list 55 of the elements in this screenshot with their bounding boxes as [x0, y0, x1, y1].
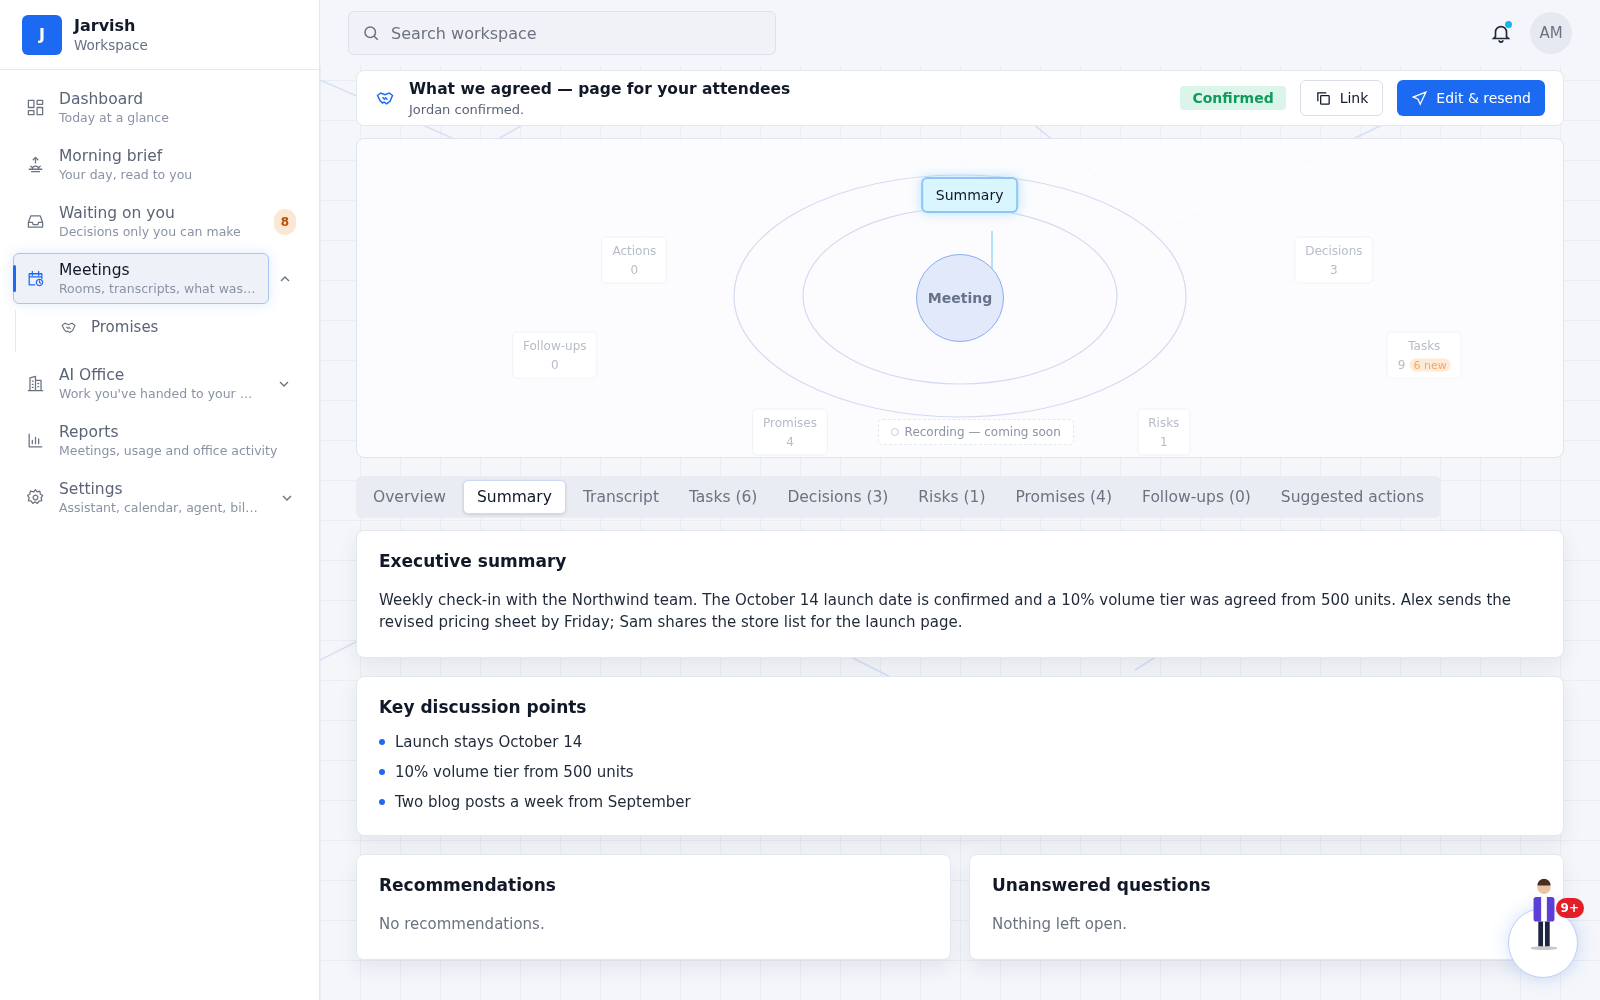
tab[interactable]: Suggested actions [1267, 480, 1437, 514]
meetings-icon [26, 269, 45, 288]
bullet-icon [379, 739, 385, 745]
count-badge: 8 [274, 208, 296, 235]
recording-chip: Recording — coming soon [877, 418, 1074, 445]
nav-item[interactable]: Waiting on you Decisions only you can make [13, 196, 259, 247]
tab[interactable]: Decisions (3) [774, 480, 902, 514]
tab[interactable]: Tasks (6) [675, 480, 771, 514]
summary-node[interactable]: Summary [920, 177, 1019, 214]
nav-item[interactable]: AI Office Work you've handed to your … [13, 358, 266, 409]
dashboard-icon [26, 98, 45, 117]
section-title: Recommendations [379, 875, 557, 895]
copy-icon [1314, 89, 1332, 107]
discussion-point: Launch stays October 14 [395, 733, 583, 751]
empty-text: No recommendations. [379, 914, 546, 935]
nav-item[interactable]: Meetings Rooms, transcripts, what was… [13, 253, 269, 304]
nav-item[interactable]: Morning brief Your day, read to you [13, 139, 259, 190]
search-icon [362, 24, 380, 42]
section-title: Executive summary [379, 551, 568, 571]
status-badge: Confirmed [1180, 86, 1286, 110]
link-button[interactable]: Link [1299, 80, 1384, 116]
nav-item[interactable]: Reports Meetings, usage and office activity [13, 415, 291, 466]
summary-text: Weekly check-in with the Northwind team. The October 14 launch date is confirmed and a 10% volume tier was agreed from 500 units. Alex sends the revised pricing sheet by Friday; Sam shares the store list for the launch page. [379, 590, 1512, 633]
office-icon [26, 374, 45, 393]
search-field[interactable]: Search workspace [348, 11, 776, 55]
tab[interactable]: Follow-ups (0) [1129, 480, 1264, 514]
settings-icon [26, 488, 45, 507]
nav-item[interactable]: Dashboard Today at a glance [13, 82, 259, 133]
discussion-point: 10% volume tier from 500 units [395, 763, 634, 781]
inbox-icon [26, 212, 45, 231]
nav-item[interactable]: Settings Assistant, calendar, agent, bil… [13, 472, 271, 523]
brand-subtitle: Workspace [74, 37, 148, 53]
tab[interactable]: Summary [463, 480, 566, 514]
tab[interactable]: Transcript [569, 480, 672, 514]
page-subtitle: Jordan confirmed. [409, 101, 526, 117]
tab[interactable]: Promises (4) [1002, 480, 1125, 514]
reports-icon [26, 431, 45, 450]
tab[interactable]: Overview [360, 480, 459, 514]
tab[interactable]: Risks (1) [905, 480, 999, 514]
discussion-point: Two blog posts a week from September [395, 793, 691, 811]
edit-resend-button[interactable]: Edit & resend [1397, 80, 1545, 116]
page-title: What we agreed — page for your attendees [409, 79, 792, 98]
bullet-icon [379, 769, 385, 775]
meeting-node[interactable]: Meeting [916, 254, 1004, 342]
notification-bell-icon[interactable] [1490, 22, 1512, 44]
section-title: Unanswered questions [992, 875, 1212, 895]
brand-name: Jarvish [74, 16, 137, 35]
send-icon [1411, 89, 1429, 107]
nav-subitem[interactable]: Promises [60, 314, 306, 340]
user-avatar[interactable]: AM [1530, 12, 1572, 54]
bullet-icon [379, 799, 385, 805]
empty-text: Nothing left open. [992, 914, 1128, 935]
brief-icon [26, 155, 45, 174]
section-title: Key discussion points [379, 697, 588, 717]
logo-tile: J [22, 14, 62, 55]
